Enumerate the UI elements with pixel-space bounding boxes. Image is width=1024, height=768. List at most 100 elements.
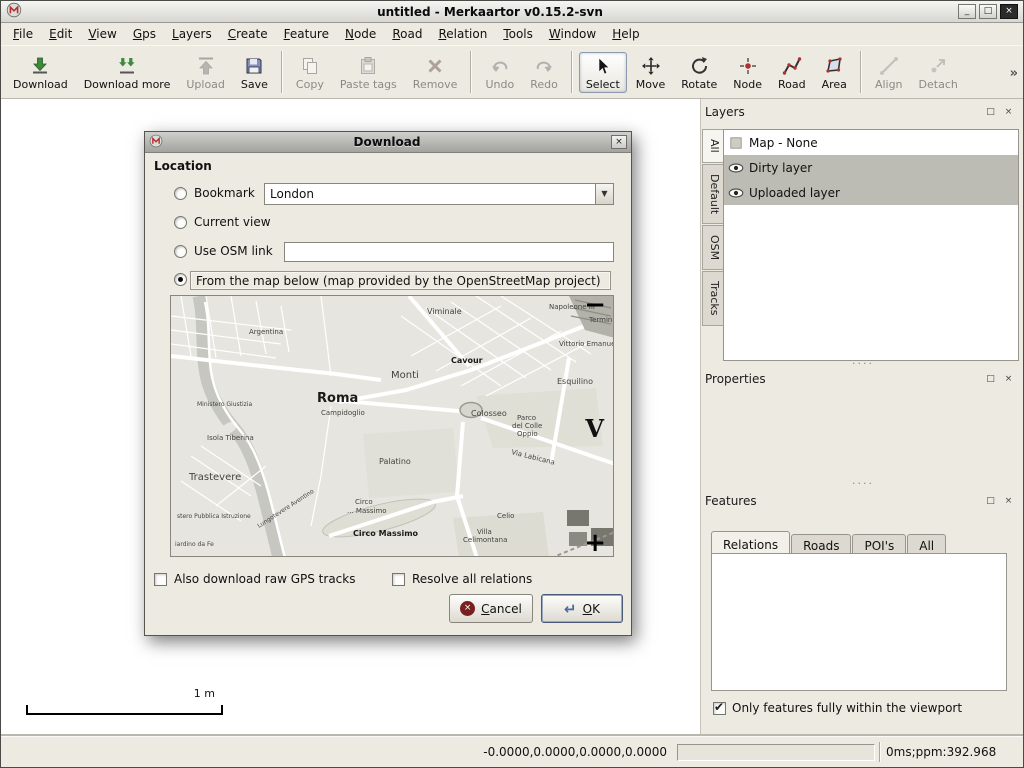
- layers-tab-tracks[interactable]: Tracks: [702, 271, 723, 326]
- toolbar-download-more-button[interactable]: Download more: [77, 52, 178, 93]
- toolbar-button-label: Copy: [296, 78, 324, 91]
- checkbox-icon: [728, 135, 744, 151]
- layers-tab-all[interactable]: All: [702, 129, 723, 163]
- ok-button[interactable]: ↵ OK: [541, 594, 623, 623]
- menu-window[interactable]: Window: [541, 23, 604, 45]
- properties-undock-icon[interactable]: □: [984, 373, 997, 386]
- close-icon[interactable]: ×: [1000, 4, 1018, 19]
- bookmark-combobox-value: London: [265, 184, 595, 204]
- map-preview-tiles: ViminaleNapoleone IIITerminiVittorio Ema…: [171, 296, 614, 557]
- viewport-checkbox-label: Only features fully within the viewport: [732, 701, 962, 715]
- menubar: FileEditViewGpsLayersCreateFeatureNodeRo…: [1, 23, 1023, 45]
- toolbar-paste-tags-button: Paste tags: [333, 52, 404, 93]
- map-label: Celimontana: [463, 536, 507, 544]
- toolbar-overflow-icon[interactable]: »: [1010, 66, 1018, 81]
- map-label: Colosseo: [471, 409, 507, 418]
- gps-tracks-checkbox[interactable]: [154, 573, 167, 586]
- ok-button-label: OK: [583, 602, 600, 616]
- layers-tab-osm[interactable]: OSM: [702, 225, 723, 270]
- dialog-close-icon[interactable]: ×: [611, 135, 627, 149]
- menu-edit[interactable]: Edit: [41, 23, 80, 45]
- paste-tags-icon: [358, 56, 378, 76]
- toolbar-select-button[interactable]: Select: [579, 52, 627, 93]
- map-label: Ministero Giustizia: [197, 401, 252, 408]
- osm-link-input[interactable]: [284, 242, 614, 262]
- map-label: Esquilino: [557, 377, 593, 386]
- download-icon: [30, 56, 50, 76]
- menu-layers[interactable]: Layers: [164, 23, 220, 45]
- download-map-preview[interactable]: ViminaleNapoleone IIITerminiVittorio Ema…: [170, 295, 614, 557]
- menu-road[interactable]: Road: [384, 23, 430, 45]
- properties-close-icon[interactable]: ×: [1002, 373, 1015, 386]
- menu-create[interactable]: Create: [220, 23, 276, 45]
- detach-icon: [928, 56, 948, 76]
- dialog-icon: [149, 133, 163, 152]
- toolbar-button-label: Redo: [530, 78, 558, 91]
- maximize-icon[interactable]: □: [979, 4, 997, 19]
- map-watermark: V: [585, 414, 604, 443]
- map-label: Cavour: [451, 356, 483, 365]
- menu-help[interactable]: Help: [604, 23, 647, 45]
- toolbar-upload-button: Upload: [179, 52, 232, 93]
- menu-file[interactable]: File: [5, 23, 41, 45]
- from-map-radio-label: From the map below (map provided by the …: [190, 271, 611, 290]
- map-label: Monti: [391, 370, 419, 381]
- dialog-title: Download: [167, 135, 607, 149]
- splitter-handle[interactable]: [701, 361, 1024, 369]
- menu-node[interactable]: Node: [337, 23, 384, 45]
- layers-tab-default[interactable]: Default: [702, 164, 723, 224]
- cancel-icon: ×: [460, 601, 475, 616]
- bookmark-radio[interactable]: [174, 187, 187, 200]
- current-view-radio[interactable]: [174, 216, 187, 229]
- minimize-icon[interactable]: _: [958, 4, 976, 19]
- toolbar-button-label: Download: [13, 78, 68, 91]
- zoom-out-icon[interactable]: −: [584, 295, 606, 318]
- toolbar-area-button[interactable]: Area: [815, 52, 854, 93]
- titlebar[interactable]: untitled - Merkaartor v0.15.2-svn _ □ ×: [1, 1, 1023, 23]
- menu-view[interactable]: View: [80, 23, 124, 45]
- select-icon: [593, 56, 613, 76]
- toolbar-download-button[interactable]: Download: [6, 52, 75, 93]
- resolve-relations-checkbox[interactable]: [392, 573, 405, 586]
- location-group-label: Location: [154, 159, 212, 173]
- layer-row-dirty-layer[interactable]: Dirty layer: [724, 155, 1018, 180]
- toolbar-separator: [281, 51, 283, 93]
- toolbar-redo-button: Redo: [523, 52, 565, 93]
- toolbar-road-button[interactable]: Road: [771, 52, 813, 93]
- toolbar-move-button[interactable]: Move: [629, 52, 673, 93]
- toolbar-button-label: Node: [733, 78, 762, 91]
- layers-close-icon[interactable]: ×: [1002, 106, 1015, 119]
- splitter-handle[interactable]: [701, 481, 1024, 489]
- features-list[interactable]: [711, 553, 1007, 691]
- features-undock-icon[interactable]: □: [984, 495, 997, 508]
- chevron-down-icon[interactable]: ▼: [595, 184, 613, 204]
- redo-icon: [534, 56, 554, 76]
- layer-row-map-none[interactable]: Map - None: [724, 130, 1018, 155]
- menu-feature[interactable]: Feature: [276, 23, 337, 45]
- toolbar-save-button[interactable]: Save: [234, 52, 275, 93]
- features-close-icon[interactable]: ×: [1002, 495, 1015, 508]
- layers-undock-icon[interactable]: □: [984, 106, 997, 119]
- toolbar-button-label: Paste tags: [340, 78, 397, 91]
- bookmark-combobox[interactable]: London ▼: [264, 183, 614, 205]
- map-label: Argentina: [249, 328, 283, 336]
- viewport-checkbox[interactable]: [713, 702, 726, 715]
- dialog-titlebar[interactable]: Download ×: [145, 132, 631, 153]
- map-label: Circo: [355, 498, 373, 506]
- menu-gps[interactable]: Gps: [125, 23, 164, 45]
- menu-relation[interactable]: Relation: [430, 23, 495, 45]
- statusbar-coordinates: -0.0000,0.0000,0.0000,0.0000: [483, 745, 667, 759]
- zoom-in-icon[interactable]: +: [584, 530, 606, 556]
- road-icon: [782, 56, 802, 76]
- save-icon: [244, 56, 264, 76]
- layer-row-uploaded-layer[interactable]: Uploaded layer: [724, 180, 1018, 205]
- app-logo-icon: [6, 2, 22, 18]
- menu-tools[interactable]: Tools: [495, 23, 541, 45]
- cancel-button[interactable]: × Cancel: [449, 594, 533, 623]
- eye-icon: [728, 160, 744, 176]
- toolbar-node-button[interactable]: Node: [726, 52, 769, 93]
- osm-link-radio[interactable]: [174, 245, 187, 258]
- statusbar: -0.0000,0.0000,0.0000,0.0000 0ms;ppm:392…: [1, 736, 1023, 767]
- from-map-radio[interactable]: [174, 273, 187, 286]
- toolbar-rotate-button[interactable]: Rotate: [674, 52, 724, 93]
